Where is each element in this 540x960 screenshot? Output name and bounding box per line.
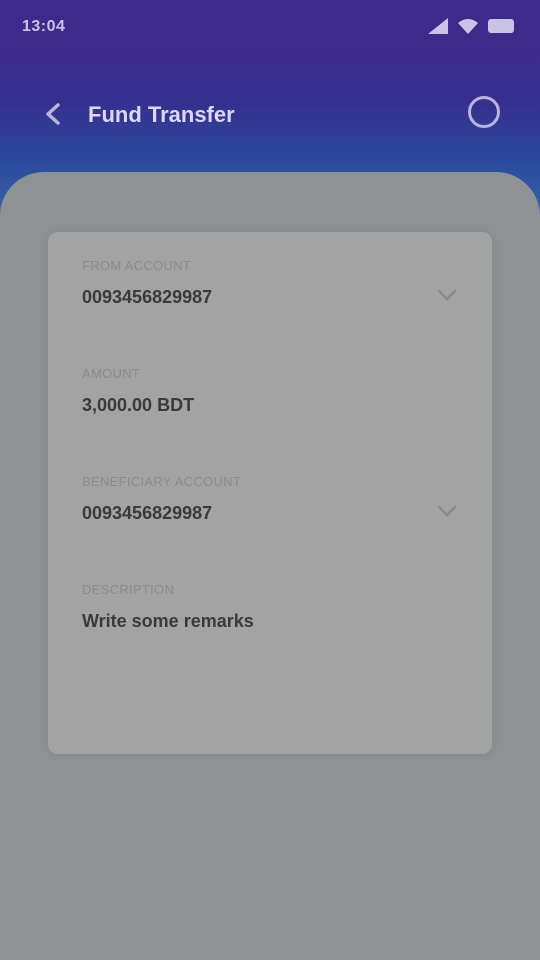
wifi-icon — [458, 19, 478, 34]
app-bar: Fund Transfer — [0, 82, 540, 146]
signal-icon — [428, 18, 448, 34]
beneficiary-account-label: BENEFICIARY ACCOUNT — [82, 474, 242, 489]
page-title: Fund Transfer — [88, 102, 235, 127]
transfer-form-card: FROM ACCOUNT 0093456829987 AMOUNT 3,000.… — [48, 232, 492, 754]
status-icons — [428, 18, 514, 34]
from-account-value: 0093456829987 — [82, 287, 213, 307]
description-field[interactable]: DESCRIPTION Write some remarks — [82, 582, 462, 632]
amount-value: 3,000.00 BDT — [82, 395, 195, 415]
status-bar: 13:04 — [0, 0, 540, 56]
chevron-down-icon[interactable] — [436, 504, 458, 518]
beneficiary-account-field[interactable]: BENEFICIARY ACCOUNT 0093456829987 — [82, 474, 462, 524]
amount-field[interactable]: AMOUNT 3,000.00 BDT — [82, 366, 462, 416]
beneficiary-account-value: 0093456829987 — [82, 503, 213, 523]
battery-icon — [488, 19, 514, 33]
back-arrow-icon[interactable] — [36, 96, 72, 132]
description-input[interactable]: Write some remarks — [82, 611, 462, 632]
description-label: DESCRIPTION — [82, 582, 175, 597]
chevron-down-icon[interactable] — [436, 288, 458, 302]
from-account-field[interactable]: FROM ACCOUNT 0093456829987 — [82, 258, 462, 308]
from-account-label: FROM ACCOUNT — [82, 258, 192, 273]
amount-label: AMOUNT — [82, 366, 141, 381]
info-icon[interactable] — [468, 96, 500, 128]
status-time: 13:04 — [22, 18, 66, 35]
